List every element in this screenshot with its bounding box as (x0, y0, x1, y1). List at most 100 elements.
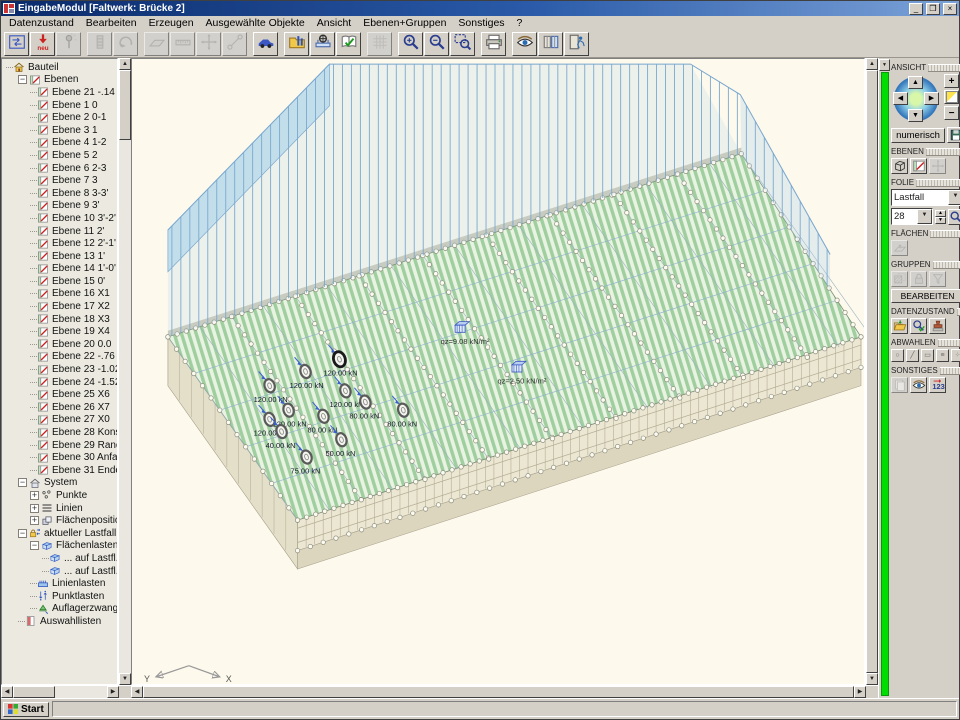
numeric-view-button[interactable]: numerisch (891, 128, 945, 143)
stamp-state-button[interactable] (929, 318, 946, 334)
column-button[interactable] (87, 32, 112, 56)
check-input-button[interactable] (336, 32, 361, 56)
tree-item-bauteil[interactable]: Bauteil (2, 61, 117, 74)
group-filter-button[interactable] (929, 271, 946, 287)
tree-toggle-expand[interactable]: + (30, 491, 39, 500)
measure-button[interactable] (222, 32, 247, 56)
layer-search-button[interactable] (948, 209, 960, 225)
check-state-button[interactable] (910, 318, 927, 334)
data-exchange-button[interactable] (4, 32, 29, 56)
menu-item-ansicht[interactable]: Ansicht (311, 17, 357, 29)
scroll-down-button[interactable]: ▼ (119, 673, 131, 685)
tree-item-ebene-13-1-[interactable]: Ebene 13 1' (2, 250, 117, 263)
print-button[interactable] (481, 32, 506, 56)
tree-toggle-collapse[interactable]: − (18, 529, 27, 538)
tree-item-ebene-16-x1[interactable]: Ebene 16 X1 (2, 288, 117, 301)
tree-item-ebene-11-2-[interactable]: Ebene 11 2' (2, 225, 117, 238)
tree-item-auflagerzwangsv[interactable]: Auflagerzwangsv (2, 603, 117, 616)
menu-item--[interactable]: ? (511, 17, 529, 29)
deselect-lines-button[interactable]: ╱ (906, 349, 919, 362)
rotate-up-button[interactable]: ▲ (908, 76, 923, 89)
tree-item-ebene-28-konsol[interactable]: Ebene 28 Konsol (2, 426, 117, 439)
save-view-button[interactable] (947, 127, 960, 143)
scroll-right-button[interactable]: ▶ (107, 686, 119, 698)
spin-up-button[interactable]: ▲ (935, 210, 946, 217)
layer-type-dropdown[interactable]: Lastfall ▼ (891, 189, 960, 206)
tree-vertical-scrollbar[interactable]: ▲ ▼ (118, 58, 131, 685)
group-hatch-button[interactable] (891, 271, 908, 287)
tree-item-ebene-15-0-[interactable]: Ebene 15 0' (2, 275, 117, 288)
deselect-points-button[interactable]: ○ (891, 349, 904, 362)
tree-toggle-expand[interactable]: + (30, 516, 39, 525)
copy-pages-button[interactable] (891, 377, 908, 393)
scroll-thumb[interactable] (119, 70, 131, 140)
tree-item-ebene-14-1-0-[interactable]: Ebene 14 1'-0' (2, 263, 117, 276)
exit-button[interactable] (564, 32, 589, 56)
display-options-button[interactable] (512, 32, 537, 56)
load-positions-button[interactable] (284, 32, 309, 56)
tree-item-fl-chenlasten[interactable]: −Flächenlasten (2, 540, 117, 553)
tree-toggle-expand[interactable]: + (30, 504, 39, 513)
move-plane-button[interactable] (929, 158, 946, 174)
deselect-loads-button[interactable]: ≡ (936, 349, 949, 362)
rotate-down-button[interactable]: ▼ (908, 109, 923, 122)
new-button[interactable]: neu (30, 32, 55, 56)
tree-item-punkte[interactable]: +Punkte (2, 489, 117, 502)
tree-item-system[interactable]: −System (2, 477, 117, 490)
tree-item-ebene-29-randk[interactable]: Ebene 29 Randk (2, 439, 117, 452)
zoom-minus-button[interactable]: − (944, 106, 959, 120)
tree-item-ebene-30-anfan[interactable]: Ebene 30 Anfan (2, 451, 117, 464)
tree-item-ebene-6-2-3[interactable]: Ebene 6 2-3 (2, 162, 117, 175)
ruler-button[interactable] (170, 32, 195, 56)
tree-item-ebene-9-3-[interactable]: Ebene 9 3' (2, 200, 117, 213)
scroll-down-button[interactable]: ▼ (866, 673, 878, 685)
start-button[interactable]: Start (3, 702, 49, 717)
menu-item-ausgew-hlte-objekte[interactable]: Ausgewählte Objekte (200, 17, 311, 29)
scroll-thumb[interactable] (866, 70, 878, 673)
move-button[interactable] (196, 32, 221, 56)
load-state-button[interactable] (891, 318, 908, 334)
layer-number-dropdown[interactable]: 28 ▼ (891, 208, 933, 225)
rotate-left-button[interactable]: ◀ (893, 92, 908, 105)
scroll-right-button[interactable]: ▶ (854, 686, 866, 698)
menu-item-datenzustand[interactable]: Datenzustand (3, 17, 80, 29)
tree-item-linienlasten[interactable]: Linienlasten (2, 577, 117, 590)
tree-item-ebene-8-3-3-[interactable]: Ebene 8 3-3' (2, 187, 117, 200)
tree-item-fl-chenpositionen[interactable]: +Flächenpositionen (2, 514, 117, 527)
tree-item-ebene-21-14[interactable]: Ebene 21 -.14 (2, 86, 117, 99)
tree-item-ebene-25-x6[interactable]: Ebene 25 X6 (2, 388, 117, 401)
edit-plane-button[interactable] (910, 158, 927, 174)
numbering-button[interactable]: 123 (929, 377, 946, 393)
menu-item-erzeugen[interactable]: Erzeugen (143, 17, 200, 29)
tree-item-ebene-12-2-1-[interactable]: Ebene 12 2'-1' (2, 237, 117, 250)
menu-item-ebenen-gruppen[interactable]: Ebenen+Gruppen (357, 17, 452, 29)
deselect-all-button[interactable]: ⁘ (951, 349, 960, 362)
tree-item-ebene-23-1-02[interactable]: Ebene 23 -1.02 (2, 363, 117, 376)
tree-item-ebene-26-x7[interactable]: Ebene 26 X7 (2, 401, 117, 414)
menu-item-sonstiges[interactable]: Sonstiges (452, 17, 510, 29)
scroll-left-button[interactable]: ◀ (1, 686, 13, 698)
tree-item-auswahllisten[interactable]: Auswahllisten (2, 615, 117, 628)
tree-item-ebene-22-76[interactable]: Ebene 22 -.76 (2, 351, 117, 364)
raster-button[interactable] (367, 32, 392, 56)
tree-toggle-collapse[interactable]: − (18, 75, 27, 84)
traffic-lane-button[interactable] (310, 32, 335, 56)
viewport-horizontal-scrollbar[interactable]: ◀ ▶ (131, 685, 878, 698)
scene-3d[interactable]: qz=9.08 kN/m²qz=2.50 kN/m²120.00 kN120.0… (131, 58, 865, 685)
tree-item-ebene-1-0[interactable]: Ebene 1 0 (2, 99, 117, 112)
group-lock-button[interactable] (910, 271, 927, 287)
undo-button[interactable] (113, 32, 138, 56)
zoom-in-button[interactable] (398, 32, 423, 56)
tree-item-ebene-17-x2[interactable]: Ebene 17 X2 (2, 300, 117, 313)
zoom-plus-button[interactable]: + (944, 74, 959, 88)
day-night-button[interactable] (944, 90, 959, 104)
tree-horizontal-scrollbar[interactable]: ◀ ▶ (1, 685, 131, 698)
rotate-right-button[interactable]: ▶ (924, 92, 939, 105)
zoom-window-button[interactable] (450, 32, 475, 56)
panel-collapse-button[interactable]: ▼ (879, 59, 890, 71)
slab-button[interactable] (144, 32, 169, 56)
scroll-left-button[interactable]: ◀ (131, 686, 143, 698)
dropdown-arrow-icon[interactable]: ▼ (948, 190, 960, 205)
vehicle-load-button[interactable] (253, 32, 278, 56)
tree-item-ebene-19-x4[interactable]: Ebene 19 X4 (2, 325, 117, 338)
